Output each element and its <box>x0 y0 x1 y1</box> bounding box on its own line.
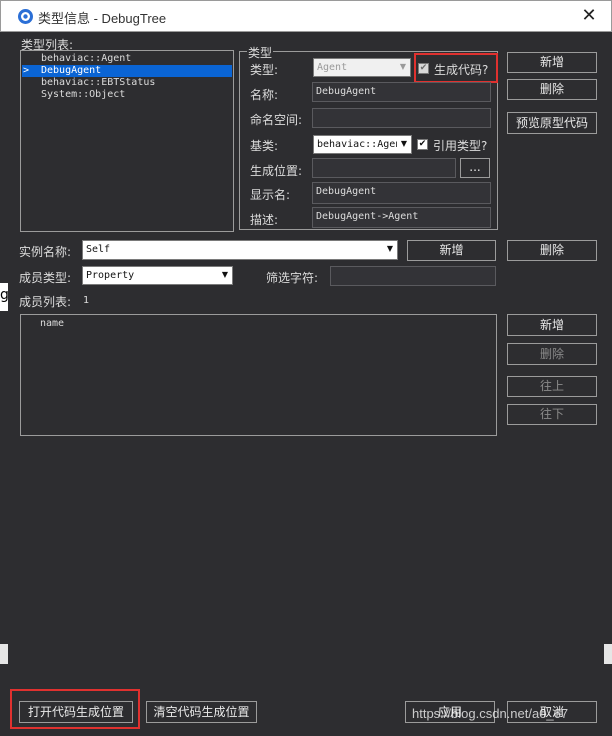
type-list-item[interactable]: System::Object <box>41 89 125 100</box>
instance-name-label: 实例名称: <box>19 245 72 259</box>
add-instance-button[interactable]: 新增 <box>407 240 496 261</box>
chevron-down-icon: ▼ <box>221 270 229 279</box>
description-label: 描述: <box>250 213 279 227</box>
behaviac-app-icon <box>18 9 33 24</box>
add-type-button[interactable]: 新增 <box>507 52 597 73</box>
ref-type-checkbox[interactable]: ✔ <box>417 139 428 150</box>
left-edge-fragment: g <box>0 283 9 311</box>
window-title: 类型信息 - DebugTree <box>38 11 167 26</box>
open-gen-location-button[interactable]: 打开代码生成位置 <box>19 701 133 723</box>
delete-type-button[interactable]: 删除 <box>507 79 597 100</box>
close-icon[interactable]: ✕ <box>577 4 601 28</box>
member-type-value: Property <box>86 270 135 281</box>
chevron-down-icon: ▼ <box>399 62 407 71</box>
namespace-field[interactable] <box>312 108 491 128</box>
namespace-label: 命名空间: <box>250 113 303 127</box>
gen-location-label: 生成位置: <box>250 164 303 178</box>
name-label: 名称: <box>250 88 279 102</box>
type-list-item[interactable]: behaviac::Agent <box>41 53 131 64</box>
base-class-label: 基类: <box>250 139 279 153</box>
member-list-item[interactable]: name <box>40 318 64 329</box>
clear-gen-location-button[interactable]: 清空代码生成位置 <box>146 701 257 723</box>
generate-code-checkbox[interactable]: ✔ <box>418 63 429 74</box>
ref-type-label: 引用类型? <box>433 139 488 153</box>
filter-label: 筛选字符: <box>266 271 319 285</box>
name-field[interactable]: DebugAgent <box>312 82 491 102</box>
type-group-legend: 类型 <box>247 44 274 61</box>
member-list[interactable]: name <box>20 314 497 436</box>
selected-marker-icon: > <box>23 65 30 76</box>
watermark-text: https://blog.csdn.net/a0_67 <box>412 706 569 721</box>
type-select[interactable]: Agent ▼ <box>313 58 411 77</box>
chevron-down-icon: ▼ <box>386 244 394 253</box>
member-type-label: 成员类型: <box>19 271 72 285</box>
chevron-down-icon: ▼ <box>397 136 411 153</box>
base-class-select[interactable]: behaviac::Agent ▼ <box>313 135 412 154</box>
member-list-label: 成员列表: <box>19 295 72 309</box>
filter-input[interactable] <box>330 266 496 286</box>
title-bar: 类型信息 - DebugTree ✕ <box>0 0 612 32</box>
type-list-item-label: DebugAgent <box>41 65 102 76</box>
generate-code-label: 生成代码? <box>434 63 489 77</box>
description-field[interactable]: DebugAgent->Agent <box>312 207 491 228</box>
description-value: DebugAgent->Agent <box>316 211 419 222</box>
preview-prototype-code-button[interactable]: 预览原型代码 <box>507 112 597 134</box>
gen-location-field[interactable] <box>312 158 456 178</box>
display-name-label: 显示名: <box>250 188 291 202</box>
type-select-value: Agent <box>317 62 348 73</box>
instance-name-select[interactable]: Self ▼ <box>82 240 398 260</box>
add-member-button[interactable]: 新增 <box>507 314 597 336</box>
member-count: 1 <box>83 295 90 306</box>
browse-button[interactable]: ... <box>460 158 490 178</box>
display-name-value: DebugAgent <box>316 186 377 197</box>
type-list-item-selected[interactable]: > DebugAgent <box>22 65 232 77</box>
type-list[interactable]: behaviac::Agent > DebugAgent behaviac::E… <box>20 50 234 232</box>
instance-name-value: Self <box>86 244 111 255</box>
delete-instance-button[interactable]: 删除 <box>507 240 597 261</box>
display-name-field[interactable]: DebugAgent <box>312 182 491 204</box>
delete-member-button[interactable]: 删除 <box>507 343 597 365</box>
left-edge-notch <box>0 644 8 664</box>
move-down-button[interactable]: 往下 <box>507 404 597 425</box>
name-value: DebugAgent <box>316 86 377 97</box>
move-up-button[interactable]: 往上 <box>507 376 597 397</box>
type-list-item[interactable]: behaviac::EBTStatus <box>41 77 155 88</box>
base-class-value: behaviac::Agent <box>317 139 397 150</box>
member-type-select[interactable]: Property ▼ <box>82 266 233 285</box>
right-edge-notch <box>604 644 612 664</box>
type-label: 类型: <box>250 63 279 77</box>
